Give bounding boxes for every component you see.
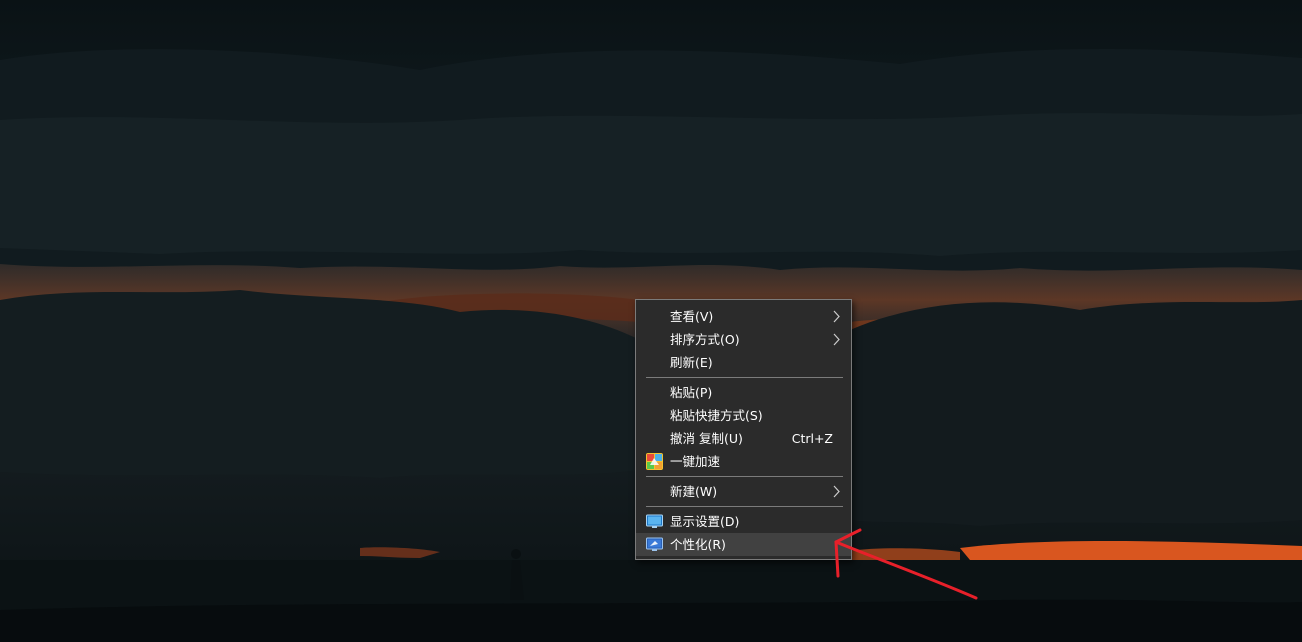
menu-item-label: 粘贴快捷方式(S) [670, 408, 763, 423]
display-settings-icon [646, 514, 663, 528]
menu-item-label: 个性化(R) [670, 537, 726, 552]
menu-item-speed-up[interactable]: 一键加速 [636, 450, 851, 473]
personalize-icon [646, 537, 663, 551]
menu-item-new[interactable]: 新建(W) [636, 480, 851, 503]
speed-up-icon [646, 453, 663, 470]
menu-item-personalize[interactable]: 个性化(R) [636, 533, 851, 556]
menu-item-label: 一键加速 [670, 454, 721, 469]
desktop-context-menu: 查看(V) 排序方式(O) 刷新(E) 粘贴(P) 粘贴快捷方式(S) 撤消 复… [635, 299, 852, 560]
chevron-right-icon [833, 485, 840, 498]
chevron-right-icon [833, 333, 840, 346]
menu-item-label: 排序方式(O) [670, 332, 740, 347]
menu-item-undo-copy[interactable]: 撤消 复制(U) Ctrl+Z [636, 427, 851, 450]
chevron-right-icon [833, 310, 840, 323]
menu-item-paste-shortcut[interactable]: 粘贴快捷方式(S) [636, 404, 851, 427]
menu-item-label: 显示设置(D) [670, 514, 740, 529]
menu-item-label: 刷新(E) [670, 355, 713, 370]
menu-separator [636, 374, 851, 381]
menu-item-shortcut: Ctrl+Z [791, 431, 833, 446]
menu-item-display-settings[interactable]: 显示设置(D) [636, 510, 851, 533]
menu-item-paste[interactable]: 粘贴(P) [636, 381, 851, 404]
menu-item-label: 粘贴(P) [670, 385, 713, 400]
menu-separator [636, 473, 851, 480]
menu-separator [636, 503, 851, 510]
menu-item-refresh[interactable]: 刷新(E) [636, 351, 851, 374]
menu-item-view[interactable]: 查看(V) [636, 305, 851, 328]
menu-item-label: 新建(W) [670, 484, 718, 499]
menu-item-label: 撤消 复制(U) [670, 431, 743, 446]
menu-item-label: 查看(V) [670, 309, 714, 324]
menu-item-sort-by[interactable]: 排序方式(O) [636, 328, 851, 351]
